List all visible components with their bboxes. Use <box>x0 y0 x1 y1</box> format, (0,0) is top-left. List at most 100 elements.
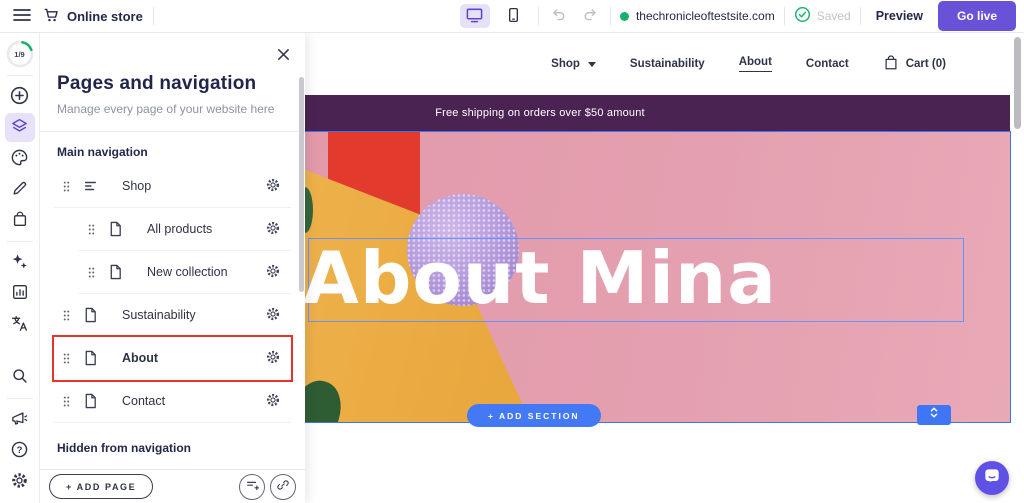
hero-section[interactable]: About Mina <box>305 131 1011 423</box>
drag-handle-icon[interactable] <box>63 395 70 408</box>
page-list: Shop All products New collection Sustain… <box>54 165 291 423</box>
desktop-view-button[interactable] <box>459 4 490 28</box>
add-link-button[interactable] <box>270 473 296 500</box>
sidebar-item-translate[interactable] <box>5 310 35 339</box>
panel-scrollbar[interactable] <box>299 77 304 292</box>
sidebar-item-add[interactable] <box>5 82 35 111</box>
sidebar-item-store[interactable] <box>5 206 35 235</box>
drag-handle-icon[interactable] <box>88 223 95 236</box>
site-cart-link[interactable]: Cart (0) <box>883 54 946 74</box>
sparkles-icon <box>10 252 29 274</box>
chat-launcher-button[interactable] <box>975 461 1009 495</box>
add-circle-icon <box>10 86 29 108</box>
redo-button[interactable] <box>579 4 601 29</box>
site-nav-contact[interactable]: Contact <box>806 58 849 70</box>
mobile-view-button[interactable] <box>499 4 529 28</box>
palette-icon <box>10 148 29 170</box>
page-row-label: New collection <box>147 265 228 279</box>
online-status-icon <box>619 11 629 21</box>
page-row-about[interactable]: About <box>54 337 291 380</box>
svg-text:?: ? <box>17 444 23 455</box>
gear-icon <box>265 392 281 411</box>
hero-title[interactable]: About Mina <box>305 236 870 320</box>
panel-subtitle: Manage every page of your website here <box>57 102 275 116</box>
sidebar-item-edit[interactable] <box>5 175 35 204</box>
drag-handle-icon[interactable] <box>63 352 70 365</box>
desktop-icon <box>465 6 484 27</box>
help-icon: ? <box>10 440 29 462</box>
progress-label: 1/9 <box>14 49 25 59</box>
site-nav-sustainability[interactable]: Sustainability <box>630 58 705 70</box>
setup-progress-badge[interactable]: 1/9 <box>4 38 36 70</box>
site-nav-shop[interactable]: Shop <box>551 58 596 70</box>
sidebar-item-analytics[interactable] <box>5 279 35 308</box>
saved-label: Saved <box>816 9 851 23</box>
page-row-label: All products <box>147 222 213 236</box>
link-icon <box>276 478 290 495</box>
add-page-button[interactable]: + ADD PAGE <box>49 474 154 499</box>
section-resize-handle[interactable] <box>917 405 951 425</box>
site-nav-about[interactable]: About <box>738 56 772 72</box>
preview-button[interactable]: Preview <box>870 5 929 27</box>
page-row-new-collection[interactable]: New collection <box>79 251 291 294</box>
page-settings-button[interactable] <box>263 347 283 370</box>
panel-title: Pages and navigation <box>57 73 257 94</box>
app-switcher[interactable]: Online store <box>43 7 143 26</box>
app-label: Online store <box>67 8 143 24</box>
topbar: Online store thechronicleoftestsite.com … <box>0 0 1024 33</box>
sidebar-item-theme[interactable] <box>5 144 35 173</box>
hamburger-icon <box>13 8 31 25</box>
page-settings-button[interactable] <box>263 304 283 327</box>
page-row-label: About <box>122 351 159 365</box>
cart-icon <box>43 7 60 26</box>
page-icon <box>108 221 123 237</box>
page-settings-button[interactable] <box>263 175 283 198</box>
page-settings-button[interactable] <box>263 390 283 413</box>
divider <box>609 7 611 25</box>
site-preview: Shop Sustainability About Contact Cart (… <box>305 33 1024 503</box>
page-icon <box>83 393 98 409</box>
announcement-banner[interactable]: Free shipping on orders over $50 amount <box>305 95 1010 131</box>
page-row-all-products[interactable]: All products <box>79 208 291 251</box>
page-row-label: Shop <box>122 179 152 193</box>
drag-handle-icon[interactable] <box>63 180 70 193</box>
save-status: Saved <box>794 6 851 26</box>
sidebar-item-search[interactable] <box>5 363 35 392</box>
site-header: Shop Sustainability About Contact Cart (… <box>305 33 1010 95</box>
go-live-button[interactable]: Go live <box>937 1 1016 31</box>
preview-scrollbar[interactable] <box>1014 37 1021 129</box>
divider <box>783 7 785 25</box>
add-list-icon <box>245 478 260 495</box>
page-row-sustainability[interactable]: Sustainability <box>54 294 291 337</box>
translate-icon <box>10 314 29 336</box>
undo-button[interactable] <box>548 4 570 29</box>
shopping-bag-icon <box>11 210 29 231</box>
add-section-button[interactable]: + ADD SECTION <box>467 404 601 427</box>
sidebar-item-ai[interactable] <box>5 248 35 277</box>
main-menu-button[interactable] <box>11 6 33 27</box>
gear-icon <box>10 471 29 493</box>
sidebar-item-settings[interactable] <box>5 467 35 496</box>
drag-handle-icon[interactable] <box>88 266 95 279</box>
drag-handle-icon[interactable] <box>63 309 70 322</box>
page-row-shop[interactable]: Shop <box>54 165 291 208</box>
gear-icon <box>265 349 281 368</box>
sidebar-item-help[interactable]: ? <box>5 436 35 465</box>
panel-footer: + ADD PAGE <box>40 469 305 503</box>
add-menu-item-button[interactable] <box>239 473 265 500</box>
hidden-navigation-label: Hidden from navigation <box>57 441 192 455</box>
pages-panel: Pages and navigation Manage every page o… <box>40 33 305 503</box>
divider <box>6 75 33 76</box>
sidebar-item-pages[interactable] <box>4 113 35 142</box>
divider <box>537 7 539 25</box>
redo-icon <box>581 6 599 27</box>
page-settings-button[interactable] <box>263 261 283 284</box>
panel-header: Pages and navigation Manage every page o… <box>40 33 305 132</box>
page-row-contact[interactable]: Contact <box>54 380 291 423</box>
page-settings-button[interactable] <box>263 218 283 241</box>
sidebar-item-marketing[interactable] <box>5 405 35 434</box>
close-panel-button[interactable] <box>274 45 293 67</box>
site-domain[interactable]: thechronicleoftestsite.com <box>619 9 775 23</box>
layers-icon <box>10 117 29 139</box>
chevron-down-icon <box>587 61 596 67</box>
